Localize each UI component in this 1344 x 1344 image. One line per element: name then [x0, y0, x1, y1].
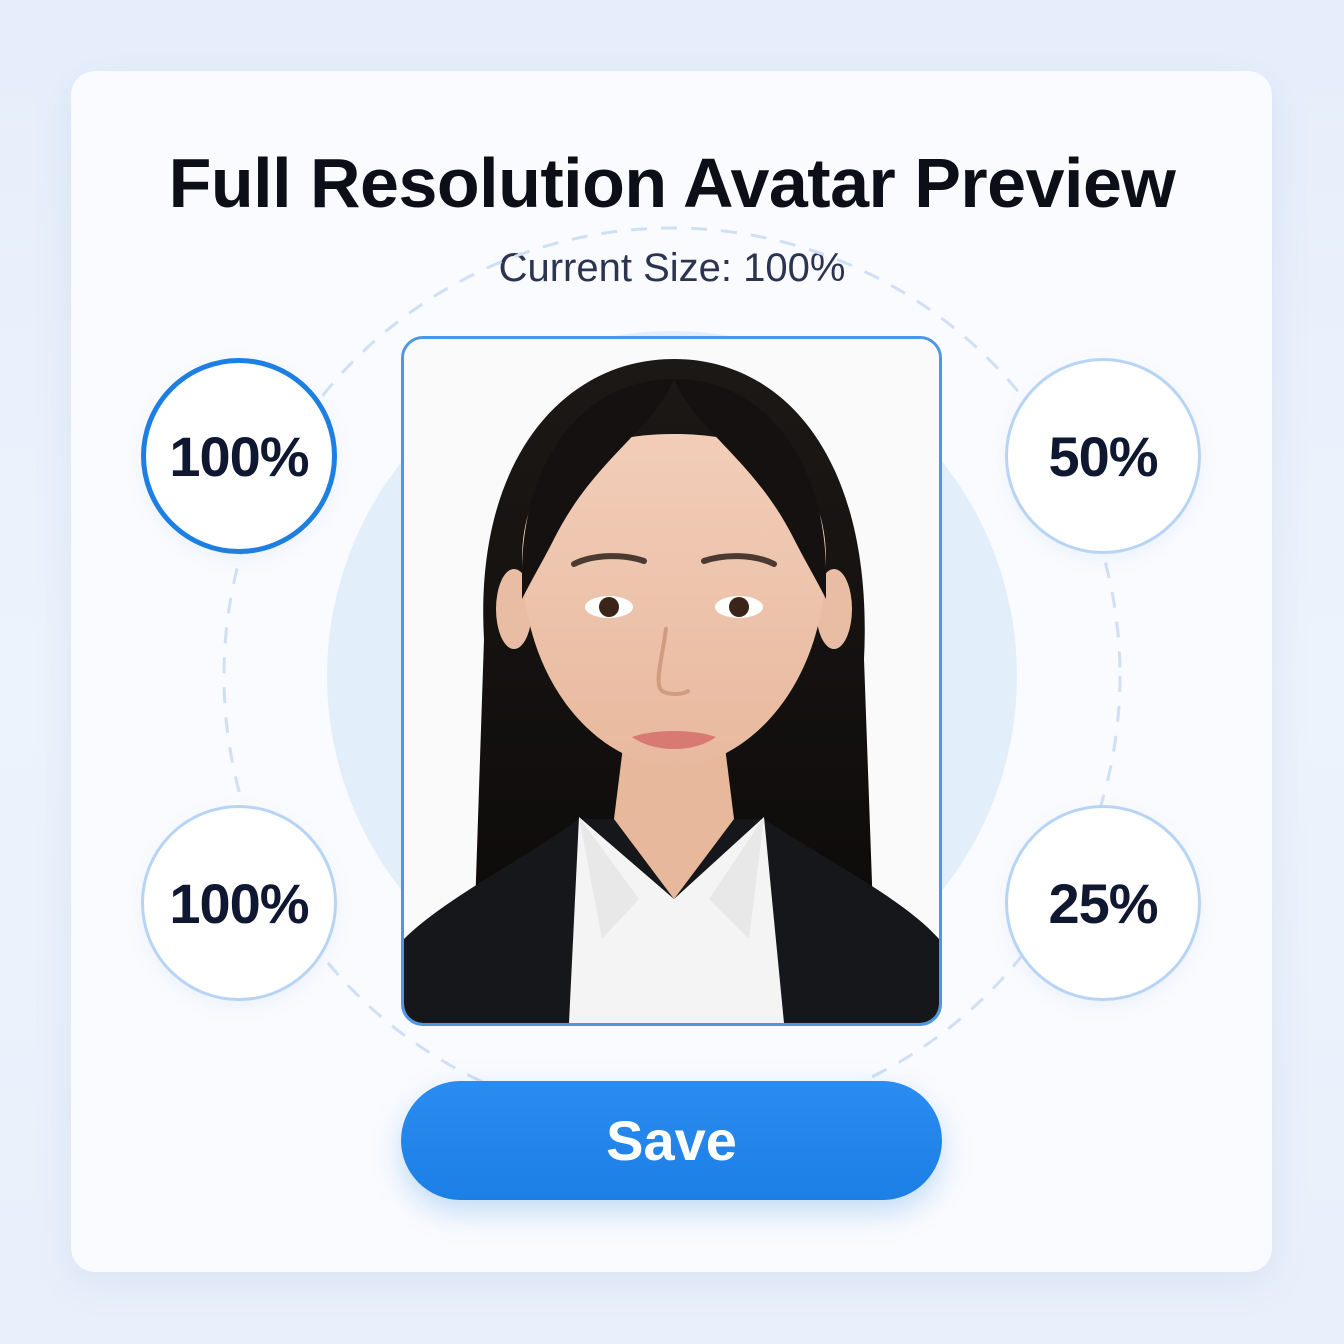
- zoom-option-25[interactable]: 25%: [1005, 805, 1201, 1001]
- avatar-preview: [401, 336, 942, 1026]
- zoom-option-label: 50%: [1048, 424, 1158, 488]
- zoom-option-label: 100%: [169, 871, 309, 935]
- zoom-option-label: 25%: [1048, 871, 1158, 935]
- save-button[interactable]: Save: [401, 1081, 942, 1200]
- zoom-option-100-bottom[interactable]: 100%: [141, 805, 337, 1001]
- avatar-image: [404, 339, 939, 1023]
- zoom-option-label: 100%: [169, 424, 309, 488]
- zoom-option-50[interactable]: 50%: [1005, 358, 1201, 554]
- zoom-option-100-top[interactable]: 100%: [141, 358, 337, 554]
